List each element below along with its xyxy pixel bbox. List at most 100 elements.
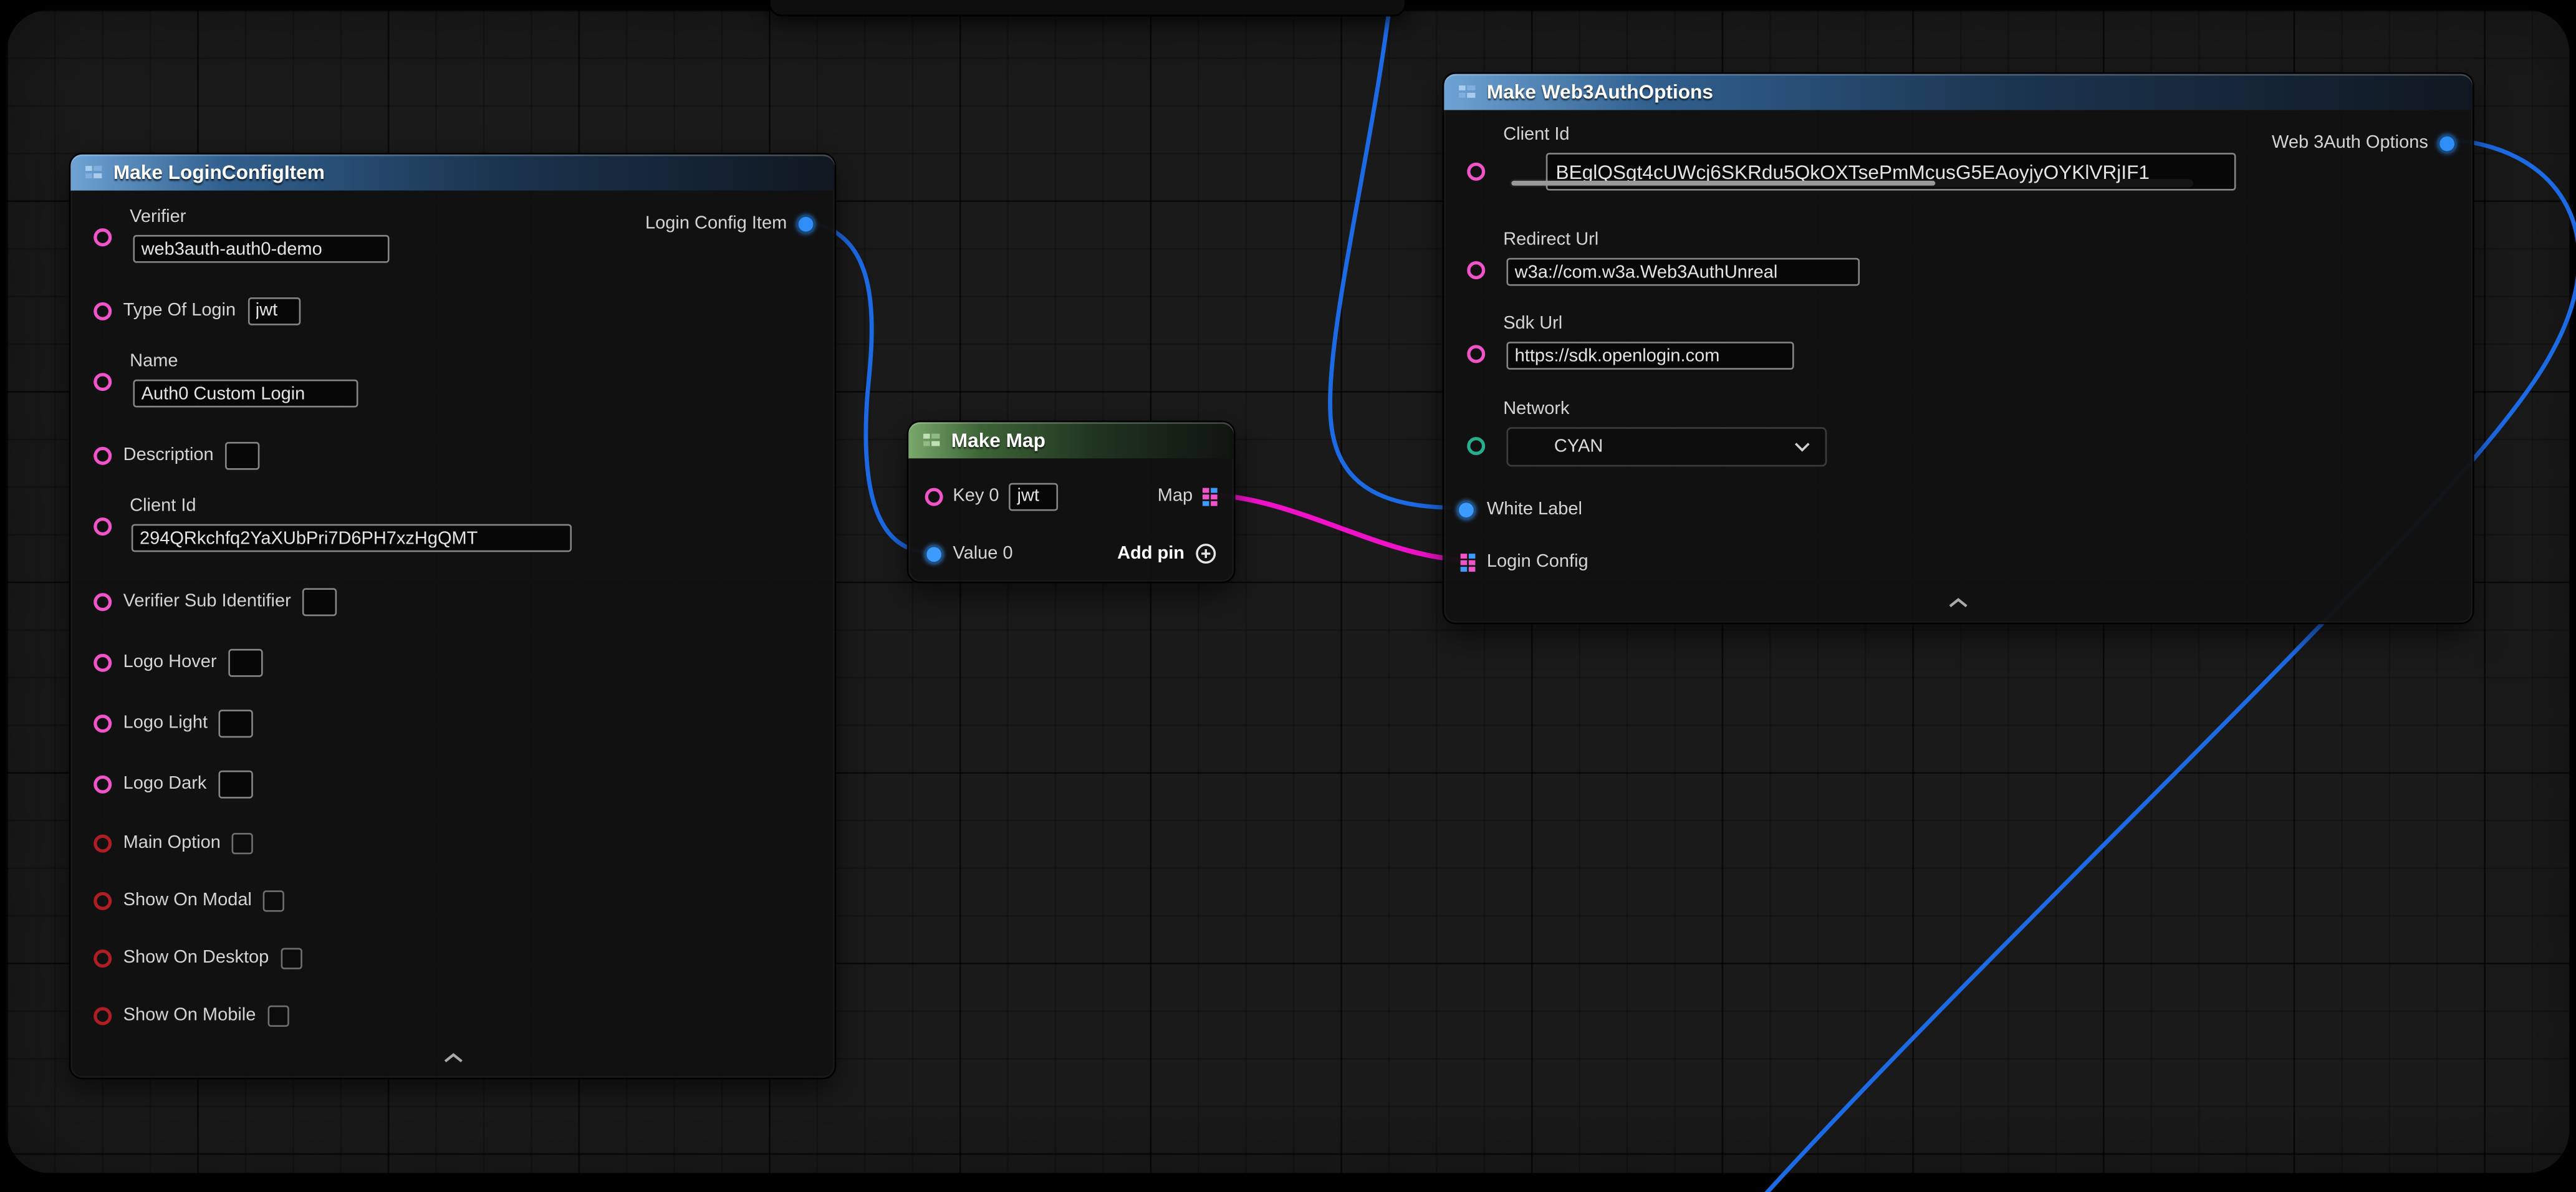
collapse-toggle[interactable]: [1444, 597, 2473, 610]
type-of-login-input[interactable]: [248, 297, 300, 325]
blueprint-editor: Make LoginConfigItem Login Config Item V…: [0, 0, 2576, 1192]
pin-show-on-desktop[interactable]: [94, 949, 112, 967]
pin-row-output: Login Config Item: [645, 209, 815, 238]
pin-main-option[interactable]: [94, 834, 112, 852]
pin-sdk-url[interactable]: [1467, 345, 1485, 363]
description-input[interactable]: [225, 441, 259, 469]
logo-light-input[interactable]: [219, 709, 254, 737]
pin-row-client-id: Client Id: [1467, 125, 2196, 190]
pin-label-client-id: Client Id: [130, 496, 572, 517]
pin-label-main-option: Main Option: [123, 832, 221, 853]
chevron-down-icon: [1794, 442, 1810, 452]
node-header-make-web3authoptions[interactable]: Make Web3AuthOptions: [1444, 74, 2473, 110]
offscreen-node-partial[interactable]: [769, 0, 1406, 16]
pin-label-show-on-desktop: Show On Desktop: [123, 947, 269, 968]
verifier-sub-identifier-input[interactable]: [302, 587, 337, 615]
pin-row-white-label: White Label: [1457, 494, 1582, 524]
pin-row-description: Description: [94, 440, 259, 469]
client-id-scrollbar-track[interactable]: [1510, 179, 2193, 187]
map-grid-icon-login-config[interactable]: [1461, 553, 1476, 571]
pin-row-show-on-mobile: Show On Mobile: [94, 1001, 289, 1030]
node-header-make-map[interactable]: Make Map: [908, 422, 1234, 458]
pin-label-web3auth-options: Web 3Auth Options: [2272, 132, 2428, 153]
pin-key0[interactable]: [925, 487, 943, 505]
node-make-map[interactable]: Make Map Key 0 Map Value 0: [907, 421, 1236, 584]
add-pin-label: Add pin: [1117, 543, 1185, 564]
pin-label-description: Description: [123, 445, 214, 466]
pin-logo-dark[interactable]: [94, 774, 112, 792]
pin-client-id[interactable]: [1467, 163, 1485, 181]
pin-logo-light[interactable]: [94, 714, 112, 732]
main-option-checkbox[interactable]: [232, 832, 253, 853]
pin-label-white-label: White Label: [1487, 499, 1582, 520]
client-id-scrollbar-thumb[interactable]: [1511, 181, 1935, 186]
pin-redirect-url[interactable]: [1467, 261, 1485, 279]
pin-logo-hover[interactable]: [94, 653, 112, 671]
pin-label-login-config-item: Login Config Item: [645, 213, 787, 234]
chevron-up-icon: [1947, 597, 1970, 610]
map-grid-icon-output[interactable]: [1203, 487, 1218, 505]
pin-label-verifier: Verifier: [130, 207, 389, 228]
pin-row-verifier-sub-identifier: Verifier Sub Identifier: [94, 587, 337, 616]
pin-verifier[interactable]: [94, 228, 112, 246]
pin-label-type-of-login: Type Of Login: [123, 300, 236, 321]
show-on-modal-checkbox[interactable]: [263, 890, 284, 911]
make-struct-icon: [84, 163, 103, 183]
node-title: Make Web3AuthOptions: [1487, 80, 1713, 103]
pin-name[interactable]: [94, 373, 112, 391]
pin-label-network: Network: [1503, 399, 1827, 420]
network-dropdown-value: CYAN: [1554, 437, 1603, 457]
pin-show-on-modal[interactable]: [94, 892, 112, 910]
pin-row-type-of-login: Type Of Login: [94, 296, 300, 325]
pin-label-value0: Value 0: [953, 543, 1012, 564]
pin-label-client-id: Client Id: [1503, 125, 2196, 146]
node-make-web3authoptions[interactable]: Make Web3AuthOptions Web 3Auth Options C…: [1443, 72, 2474, 624]
node-title: Make LoginConfigItem: [113, 161, 325, 184]
pin-label-show-on-modal: Show On Modal: [123, 890, 252, 911]
pin-label-map-output: Map: [1158, 486, 1193, 507]
redirect-url-input[interactable]: [1506, 258, 1860, 286]
pin-label-show-on-mobile: Show On Mobile: [123, 1004, 256, 1026]
add-pin-button[interactable]: Add pin: [1117, 542, 1218, 565]
pin-output-login-config-item[interactable]: [797, 214, 815, 233]
pin-white-label[interactable]: [1457, 500, 1475, 518]
collapse-toggle[interactable]: [70, 1052, 834, 1065]
make-map-icon: [921, 430, 941, 450]
pin-row-sdk-url: Sdk Url: [1467, 314, 1794, 370]
pin-row-show-on-desktop: Show On Desktop: [94, 943, 302, 973]
pin-verifier-sub-identifier[interactable]: [94, 592, 112, 610]
pin-label-logo-hover: Logo Hover: [123, 651, 217, 673]
pin-row-main-option: Main Option: [94, 828, 253, 857]
pin-row-output: Web 3Auth Options: [2272, 128, 2456, 158]
client-id-input[interactable]: [132, 524, 572, 552]
pin-row-show-on-modal: Show On Modal: [94, 885, 284, 915]
pin-network[interactable]: [1467, 437, 1485, 455]
pin-type-of-login[interactable]: [94, 302, 112, 320]
pin-label-verifier-sub-identifier: Verifier Sub Identifier: [123, 590, 291, 612]
logo-hover-input[interactable]: [228, 648, 262, 676]
node-title: Make Map: [951, 429, 1045, 452]
pin-show-on-mobile[interactable]: [94, 1006, 112, 1024]
name-input[interactable]: [133, 380, 358, 408]
logo-dark-input[interactable]: [218, 770, 252, 798]
sdk-url-input[interactable]: [1506, 342, 1794, 370]
network-dropdown[interactable]: CYAN: [1506, 427, 1827, 466]
pin-row-client-id: Client Id: [94, 496, 572, 552]
make-struct-icon: [1457, 82, 1477, 102]
pin-value0[interactable]: [925, 545, 943, 563]
pin-label-name: Name: [130, 352, 358, 373]
verifier-input[interactable]: [133, 235, 389, 263]
node-header-make-loginconfigitem[interactable]: Make LoginConfigItem: [70, 155, 834, 191]
pin-row-redirect-url: Redirect Url: [1467, 230, 1860, 286]
pin-client-id[interactable]: [94, 517, 112, 536]
pin-row-network: Network CYAN: [1467, 399, 1827, 466]
show-on-desktop-checkbox[interactable]: [281, 947, 302, 968]
pin-label-sdk-url: Sdk Url: [1503, 314, 1794, 335]
node-make-loginconfigitem[interactable]: Make LoginConfigItem Login Config Item V…: [69, 153, 837, 1079]
key0-input[interactable]: [1009, 482, 1058, 510]
pin-row-verifier: Verifier: [94, 207, 389, 263]
pin-row-logo-light: Logo Light: [94, 708, 254, 738]
show-on-mobile-checkbox[interactable]: [267, 1004, 289, 1026]
pin-description[interactable]: [94, 446, 112, 464]
pin-output-web3auth-options[interactable]: [2438, 134, 2456, 152]
